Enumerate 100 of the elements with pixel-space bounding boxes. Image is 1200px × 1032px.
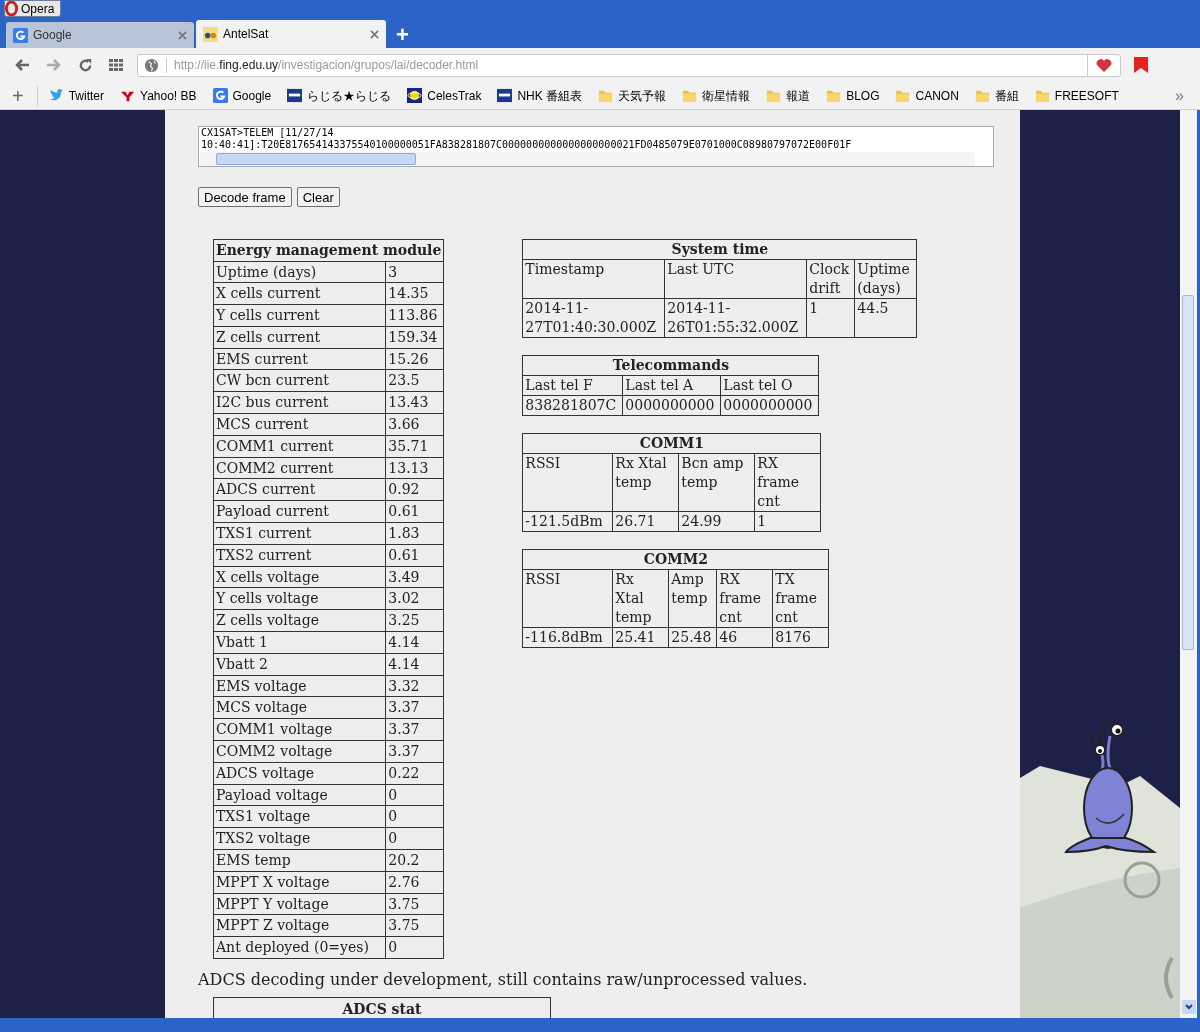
tab-label[interactable]: Google <box>33 26 173 44</box>
folder-icon <box>598 88 614 103</box>
note-text: ADCS decoding under development, still contains raw/unprocessed values. <box>198 969 809 991</box>
column-header: Rx Xtal temp <box>612 569 669 628</box>
bookmark-icon[interactable] <box>1134 57 1148 73</box>
speed-dial-icon[interactable] <box>109 59 123 71</box>
table-cell: 24.99 <box>678 511 755 532</box>
table-title: Energy management module <box>213 239 444 261</box>
google-icon <box>13 27 28 43</box>
table-cell: 838281807C <box>522 395 623 416</box>
close-icon[interactable] <box>178 30 187 40</box>
table-cell: 0000000000 <box>622 395 721 416</box>
table-title: COMM2 <box>522 549 829 570</box>
opera-menu-button[interactable]: Opera <box>4 0 62 17</box>
column-header: Clock drift <box>806 259 855 299</box>
button[interactable]: Decode frame <box>198 186 292 207</box>
folder-icon <box>682 88 698 103</box>
bookmark-item[interactable]: FREESOFT <box>1034 86 1119 105</box>
frame-text-area[interactable]: CX1SAT>TELEM [11/27/14 10:40:41]:T20E817654143375540100000051FA838281807C0000000000000000000021FD0485079E0701000C08980797072E00F01F <box>198 126 994 167</box>
address-field[interactable]: http://iie.fing.edu.uy/investigacion/grupos/lai/decoder.html <box>137 53 1121 77</box>
button[interactable]: Clear <box>296 186 340 207</box>
bookmark-item[interactable]: 番組 <box>974 86 1019 105</box>
column-header: Last tel A <box>622 375 721 396</box>
table-cell: Vbatt 2 <box>213 653 386 676</box>
o-logo-icon <box>5 1 18 16</box>
table-cell: Y cells voltage <box>213 587 386 610</box>
add-bookmark-button[interactable]: + <box>12 85 38 106</box>
reload-icon[interactable] <box>78 57 93 73</box>
table-cell: 3.66 <box>385 413 444 436</box>
bookmark-item[interactable]: NHK 番組表 <box>497 86 583 105</box>
table-cell: MPPT Y voltage <box>213 893 386 915</box>
folder-icon <box>766 88 782 103</box>
more-bookmarks-button[interactable]: » <box>1175 83 1184 108</box>
tab[interactable]: Google <box>6 22 194 48</box>
tab[interactable]: AntelSat <box>196 20 386 48</box>
table-cell: 113.86 <box>385 304 444 327</box>
table-cell: 13.43 <box>385 391 444 414</box>
table-cell: COMM2 current <box>213 457 386 479</box>
back-icon[interactable] <box>14 58 30 72</box>
new-tab-button[interactable]: + <box>396 22 409 48</box>
bookmark-item[interactable]: CANON <box>895 86 959 105</box>
column-header: Timestamp <box>522 259 665 299</box>
table-cell: Payload voltage <box>213 784 386 806</box>
table-cell: TXS2 current <box>213 544 386 567</box>
table-cell: Payload current <box>213 500 386 523</box>
bookmark-item[interactable]: 報道 <box>766 86 811 105</box>
bookmark-item[interactable]: 天気予報 <box>598 86 667 105</box>
bookmark-item[interactable]: らじる★らじる <box>287 86 392 105</box>
table-cell: EMS temp <box>213 849 386 872</box>
table-cell: 3 <box>385 261 444 283</box>
table-cell: 23.5 <box>385 370 444 392</box>
bookmark-item[interactable]: Twitter <box>48 86 105 105</box>
table-cell: 1 <box>754 511 821 532</box>
column-header: Uptime (days) <box>854 259 917 299</box>
table-cell: 25.41 <box>612 627 669 648</box>
table-cell: TXS2 voltage <box>213 827 386 850</box>
table-cell: 8176 <box>772 627 829 648</box>
table-cell: 3.37 <box>385 696 444 719</box>
close-icon[interactable] <box>370 29 379 39</box>
scroll-down-icon[interactable] <box>1181 1000 1196 1014</box>
scrollbar-thumb[interactable] <box>1182 295 1194 650</box>
table-cell: MCS voltage <box>213 696 386 719</box>
table-cell: ADCS current <box>213 478 386 501</box>
folder-icon <box>895 88 911 103</box>
table-cell: 0 <box>385 805 444 828</box>
table-cell: 4.14 <box>385 653 444 676</box>
column-header: RSSI <box>522 453 613 512</box>
table-cell: EMS current <box>213 348 386 370</box>
table-title: ADCS stat <box>213 997 551 1018</box>
table-title: COMM1 <box>522 433 821 454</box>
tab-label[interactable]: AntelSat <box>223 25 365 43</box>
table-cell: 3.32 <box>385 675 444 697</box>
table-cell: 0000000000 <box>720 395 819 416</box>
table-cell: 25.48 <box>668 627 717 648</box>
table-cell: EMS voltage <box>213 675 386 697</box>
table-cell: 0.92 <box>385 478 444 501</box>
heart-icon[interactable] <box>1095 57 1113 73</box>
table-cell: 46 <box>716 627 773 648</box>
bookmark-item[interactable]: Yahoo! BB <box>120 86 197 105</box>
table-cell: -121.5dBm <box>522 511 613 532</box>
table-cell: 2014-11-26T01:55:32.000Z <box>664 298 807 338</box>
table-cell: Y cells current <box>213 304 386 327</box>
bird-icon <box>48 88 64 103</box>
table-cell: MPPT Z voltage <box>213 914 386 937</box>
bookmark-item[interactable]: 衛星情報 <box>682 86 751 105</box>
table-cell: 15.26 <box>385 348 444 370</box>
google-icon <box>212 88 228 103</box>
table-cell: 3.25 <box>385 609 444 632</box>
horizontal-scrollbar[interactable] <box>200 151 975 166</box>
bookmark-item[interactable]: Google <box>212 86 272 105</box>
column-header: TX frame cnt <box>772 569 829 628</box>
bookmark-item[interactable]: BLOG <box>826 86 880 105</box>
table-cell: -116.8dBm <box>522 627 613 648</box>
table-cell: 3.75 <box>385 914 444 937</box>
table-cell: 0 <box>385 827 444 850</box>
site-icon <box>203 26 218 42</box>
table-cell: MPPT X voltage <box>213 871 386 894</box>
column-header: Amp temp <box>668 569 717 628</box>
table-cell: 4.14 <box>385 631 444 654</box>
bookmark-item[interactable]: CelesTrak <box>407 86 482 105</box>
